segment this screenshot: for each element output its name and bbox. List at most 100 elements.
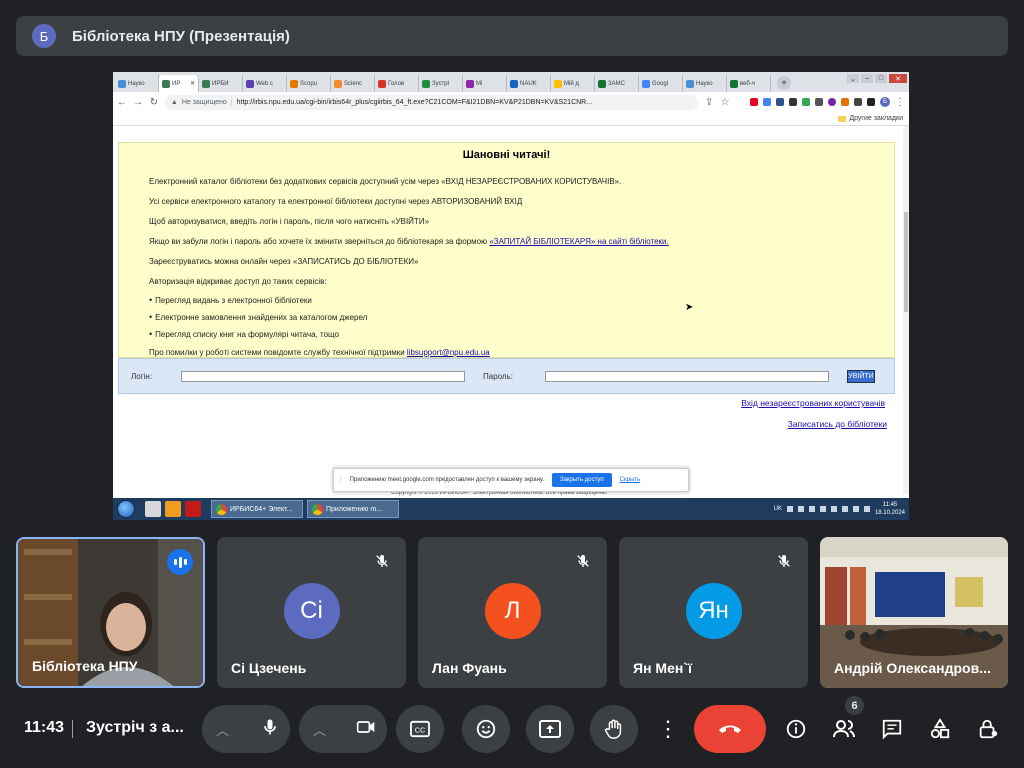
taskbar-window[interactable]: Приложению m... xyxy=(307,500,399,518)
meeting-title[interactable]: Зустріч з а... xyxy=(86,719,184,737)
chevron-down-icon[interactable]: ⌄ xyxy=(847,74,859,83)
video-options-chevron-up-icon[interactable]: ︿ xyxy=(313,720,326,739)
close-icon[interactable]: ✕ xyxy=(889,74,907,83)
extension-icon[interactable] xyxy=(841,98,849,106)
tray-icon[interactable] xyxy=(819,506,826,512)
extension-icon[interactable] xyxy=(815,98,823,106)
stop-sharing-button[interactable]: Закрыть доступ xyxy=(551,473,612,487)
host-controls-button[interactable] xyxy=(972,713,1004,745)
other-bookmarks[interactable]: Другие закладки xyxy=(849,115,903,122)
login-label: Логін: xyxy=(131,372,153,381)
system-clock[interactable]: 11:45 18.10.2024 xyxy=(875,501,905,517)
star-icon[interactable]: ☆ xyxy=(720,97,730,108)
maximize-icon[interactable]: □ xyxy=(875,74,887,83)
password-label: Пароль: xyxy=(483,372,513,381)
pinterest-icon[interactable] xyxy=(750,98,758,106)
browser-tab[interactable]: ЗАМС xyxy=(595,75,639,92)
pdf-reader-icon[interactable] xyxy=(185,501,201,517)
tray-icon[interactable] xyxy=(808,506,815,512)
participant-tile[interactable]: Сі Сі Цзечень xyxy=(217,537,406,688)
people-button[interactable] xyxy=(828,713,860,745)
extension-icon[interactable] xyxy=(802,98,810,106)
tray-icon[interactable] xyxy=(852,506,859,512)
browser-tab[interactable]: Scopu xyxy=(287,75,331,92)
ask-librarian-link[interactable]: «ЗАПИТАЙ БІБЛІОТЕКАРЯ» на сайті бібліоте… xyxy=(489,237,668,246)
profile-avatar[interactable]: Б xyxy=(880,97,890,107)
volume-icon[interactable] xyxy=(830,506,837,512)
unregistered-entry-link[interactable]: Вхід незареєстрованих користувачів xyxy=(741,398,885,408)
tray-icon[interactable] xyxy=(863,506,870,512)
tray-icon[interactable] xyxy=(797,506,804,512)
address-bar[interactable]: ▲ Не защищено | http://irbis.npu.edu.ua/… xyxy=(164,94,699,110)
audio-options-chevron-up-icon[interactable]: ︿ xyxy=(216,720,229,739)
tray-icon[interactable] xyxy=(786,506,793,512)
microphone-button[interactable] xyxy=(260,717,280,742)
reactions-button[interactable] xyxy=(462,705,510,753)
forward-button[interactable]: → xyxy=(133,97,143,108)
info-icon xyxy=(786,719,806,739)
browser-tab[interactable]: Голов xyxy=(375,75,419,92)
browser-tab[interactable]: веб-ч xyxy=(727,75,771,92)
network-icon[interactable] xyxy=(841,506,848,512)
browser-toolbar: ← → ↻ ▲ Не защищено | http://irbis.npu.e… xyxy=(113,92,909,112)
support-email-link[interactable]: libsupport@npu.edu.ua xyxy=(407,348,490,357)
extension-icon[interactable] xyxy=(789,98,797,106)
notice-text: Авторизація відкриває доступ до таких се… xyxy=(149,277,327,286)
service-item: Перегляд видань з електронної бібліотеки xyxy=(149,295,312,305)
camera-button[interactable] xyxy=(355,717,377,742)
drag-handle-icon[interactable]: ⁞ xyxy=(340,477,342,483)
camera-icon xyxy=(356,720,375,733)
password-input[interactable] xyxy=(545,371,829,382)
extension-icon[interactable] xyxy=(828,98,836,106)
menu-icon[interactable]: ⋮ xyxy=(895,97,905,108)
browser-tab[interactable]: ИР ✕ xyxy=(159,75,199,92)
start-button[interactable] xyxy=(117,500,135,518)
browser-tab[interactable]: Мі xyxy=(463,75,507,92)
hide-notice-button[interactable]: Скрыть xyxy=(620,477,640,483)
puzzle-icon[interactable] xyxy=(854,98,862,106)
present-button[interactable] xyxy=(526,705,574,753)
leave-call-button[interactable] xyxy=(694,705,766,753)
more-options-icon[interactable]: ⋮ xyxy=(654,705,682,753)
register-link[interactable]: Записатись до бібліотеки xyxy=(788,419,887,429)
participant-tile[interactable]: Ян Ян Мен`ї xyxy=(619,537,808,688)
browser-tab[interactable]: Web c xyxy=(243,75,287,92)
login-input[interactable] xyxy=(181,371,465,382)
tab-favicon-icon xyxy=(686,79,694,88)
bookmarks-bar: Другие закладки xyxy=(113,112,909,126)
browser-tab[interactable]: ИРБИ xyxy=(199,75,243,92)
browser-tab[interactable]: Науко xyxy=(683,75,727,92)
browser-tab[interactable]: Googl xyxy=(639,75,683,92)
media-player-icon[interactable] xyxy=(165,501,181,517)
extension-icon[interactable] xyxy=(776,98,784,106)
activities-button[interactable] xyxy=(924,713,956,745)
browser-tab[interactable]: Scienc xyxy=(331,75,375,92)
taskbar-window[interactable]: ИРБИС64+ Элект... xyxy=(211,500,303,518)
back-button[interactable]: ← xyxy=(117,97,127,108)
insecure-label: Не защищено xyxy=(181,98,227,106)
close-tab-icon[interactable]: ✕ xyxy=(190,80,195,87)
sidebar-icon[interactable] xyxy=(867,98,875,106)
browser-tab[interactable]: Мій д xyxy=(551,75,595,92)
notepad-icon[interactable] xyxy=(145,501,161,517)
new-tab-button[interactable]: + xyxy=(777,76,791,90)
captions-button[interactable]: CC xyxy=(396,705,444,753)
chat-button[interactable] xyxy=(876,713,908,745)
scrollbar-thumb[interactable] xyxy=(904,212,908,312)
login-button[interactable]: УВІЙТИ xyxy=(847,370,875,383)
participant-tile[interactable]: Бібліотека НПУ xyxy=(16,537,205,688)
browser-tab[interactable]: NAUK xyxy=(507,75,551,92)
participant-tile[interactable]: Андрій Олександров... xyxy=(820,537,1008,688)
share-icon[interactable]: ⇪ xyxy=(704,97,714,108)
participant-avatar: Л xyxy=(484,582,541,639)
meeting-info-button[interactable] xyxy=(780,713,812,745)
participant-tile[interactable]: Л Лан Фуань xyxy=(418,537,607,688)
browser-tab[interactable]: Зустрі xyxy=(419,75,463,92)
raise-hand-button[interactable] xyxy=(590,705,638,753)
reload-button[interactable]: ↻ xyxy=(149,97,159,108)
minimize-icon[interactable]: – xyxy=(861,74,873,83)
url-text[interactable]: http://irbis.npu.edu.ua/cgi-bin/irbis64r… xyxy=(237,99,592,106)
extension-icon[interactable] xyxy=(763,98,771,106)
browser-tab[interactable]: Науко xyxy=(115,75,159,92)
language-indicator[interactable]: UK xyxy=(774,506,782,512)
